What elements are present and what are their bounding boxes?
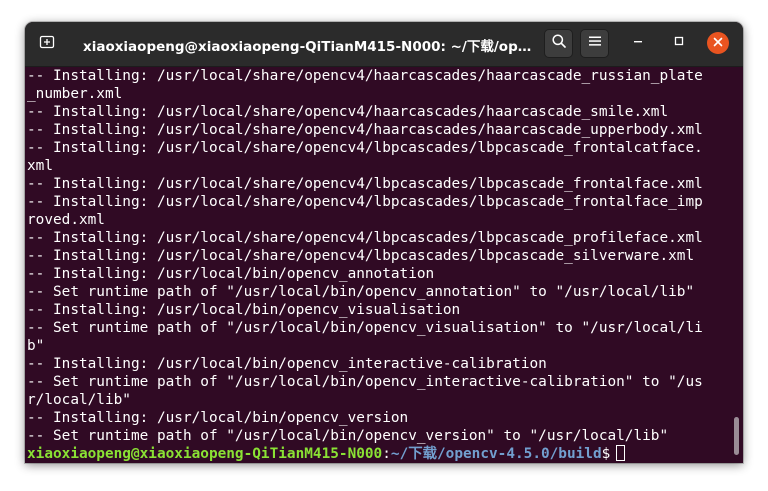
terminal-line: -- Installing: /usr/local/share/opencv4/… bbox=[27, 194, 703, 210]
terminal-line: -- Installing: /usr/local/bin/opencv_ver… bbox=[27, 410, 409, 426]
search-icon bbox=[551, 33, 567, 54]
terminal-line: -- Installing: /usr/local/share/opencv4/… bbox=[27, 122, 703, 138]
scrollbar-thumb[interactable] bbox=[734, 417, 739, 455]
title-bar[interactable]: xiaoxiaopeng@xiaoxiaopeng-QiTianM415-N00… bbox=[25, 22, 743, 67]
terminal-line: b" bbox=[27, 338, 45, 354]
terminal-line: -- Set runtime path of "/usr/local/bin/o… bbox=[27, 320, 703, 336]
close-button[interactable] bbox=[707, 32, 729, 54]
terminal-line: -- Installing: /usr/local/share/opencv4/… bbox=[27, 140, 703, 156]
terminal-line: -- Installing: /usr/local/bin/opencv_vis… bbox=[27, 302, 461, 318]
shell-prompt[interactable]: xiaoxiaopeng@xiaoxiaopeng-QiTianM415-N00… bbox=[27, 445, 743, 463]
terminal-line: -- Installing: /usr/local/share/opencv4/… bbox=[27, 68, 703, 84]
hamburger-menu-icon bbox=[588, 34, 602, 53]
search-button[interactable] bbox=[544, 29, 573, 58]
minimize-icon bbox=[632, 34, 644, 52]
terminal-line: _number.xml bbox=[27, 86, 123, 102]
terminal-line: -- Installing: /usr/local/share/opencv4/… bbox=[27, 248, 695, 264]
terminal-line: -- Installing: /usr/local/bin/opencv_ann… bbox=[27, 266, 435, 282]
terminal-line: -- Installing: /usr/local/share/opencv4/… bbox=[27, 104, 669, 120]
window-title: xiaoxiaopeng@xiaoxiaopeng-QiTianM415-N00… bbox=[83, 39, 533, 55]
new-tab-button[interactable] bbox=[33, 30, 61, 58]
terminal-line: -- Set runtime path of "/usr/local/bin/o… bbox=[27, 428, 669, 444]
terminal-line: -- Installing: /usr/local/bin/opencv_int… bbox=[27, 356, 547, 372]
terminal-line: roved.xml bbox=[27, 212, 105, 228]
terminal-line: r/local/lib" bbox=[27, 392, 131, 408]
prompt-user-host: xiaoxiaopeng@xiaoxiaopeng-QiTianM415-N00… bbox=[27, 446, 383, 462]
terminal-window: xiaoxiaopeng@xiaoxiaopeng-QiTianM415-N00… bbox=[25, 22, 743, 463]
text-cursor bbox=[616, 445, 626, 461]
menu-button[interactable] bbox=[580, 29, 609, 58]
terminal-line: -- Installing: /usr/local/share/opencv4/… bbox=[27, 176, 703, 192]
close-icon bbox=[713, 34, 723, 52]
prompt-symbol: $ bbox=[601, 446, 611, 462]
prompt-separator: : bbox=[382, 446, 391, 462]
terminal-line: xml bbox=[27, 158, 53, 174]
terminal-line: -- Set runtime path of "/usr/local/bin/o… bbox=[27, 284, 695, 300]
terminal-output[interactable]: -- Installing: /usr/local/share/opencv4/… bbox=[25, 67, 743, 463]
terminal-line: -- Installing: /usr/local/share/opencv4/… bbox=[27, 230, 703, 246]
prompt-path: ~/下载/opencv-4.5.0/build bbox=[390, 446, 602, 462]
minimize-button[interactable] bbox=[627, 32, 649, 54]
maximize-icon bbox=[673, 34, 685, 52]
terminal-line: -- Set runtime path of "/usr/local/bin/o… bbox=[27, 374, 703, 390]
maximize-button[interactable] bbox=[668, 32, 690, 54]
new-tab-icon bbox=[39, 34, 55, 55]
